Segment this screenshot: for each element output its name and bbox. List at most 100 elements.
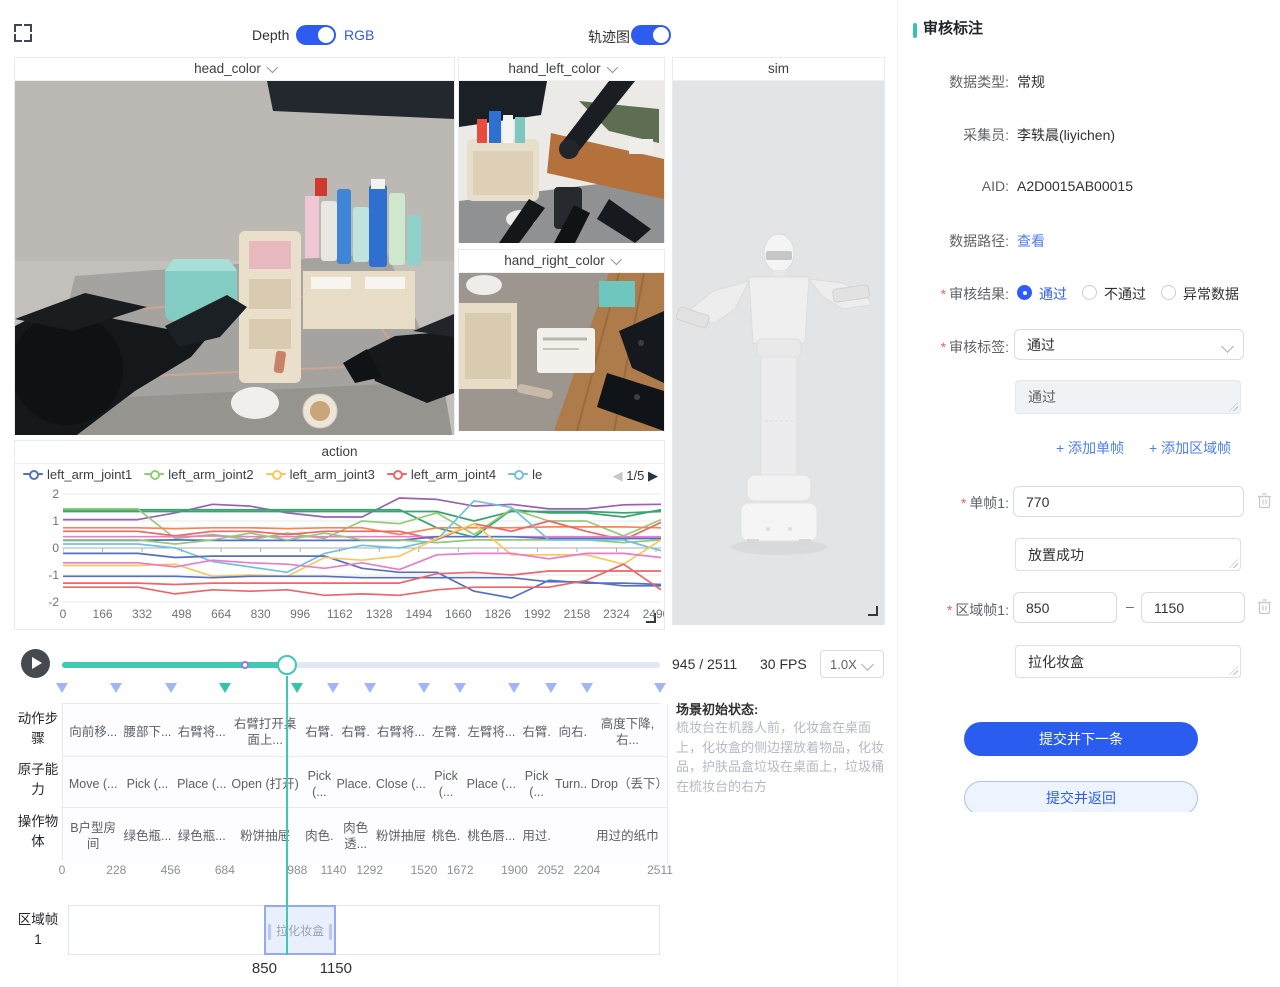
aid-value: A2D0015AB00015 bbox=[1017, 178, 1133, 194]
segment-left-handle[interactable] bbox=[268, 924, 271, 940]
segment-right-handle[interactable] bbox=[329, 924, 332, 940]
boundary-marker[interactable] bbox=[327, 683, 339, 693]
step-cell-action[interactable]: 高度下降, 右... bbox=[588, 704, 668, 760]
add-region-frame-link[interactable]: + 添加区域帧 bbox=[1149, 438, 1231, 458]
depth-rgb-toggle[interactable] bbox=[296, 25, 336, 45]
radio-fail[interactable] bbox=[1082, 285, 1097, 300]
hand-left-camera-panel: hand_left_color bbox=[458, 57, 665, 243]
single-frame-note[interactable]: 放置成功 bbox=[1015, 538, 1241, 571]
region-start-input[interactable]: 850 bbox=[1013, 592, 1117, 623]
legend-item-left_arm_joint1[interactable]: left_arm_joint1 bbox=[23, 467, 132, 482]
x-tick-label: 1162 bbox=[320, 607, 360, 621]
toggle-knob bbox=[318, 27, 334, 43]
add-single-frame-link[interactable]: + 添加单帧 bbox=[1056, 438, 1124, 458]
review-tag-note[interactable]: 通过 bbox=[1015, 380, 1241, 414]
step-cell-ability[interactable]: Move (... bbox=[63, 756, 124, 813]
resize-grip-icon[interactable] bbox=[1229, 666, 1238, 675]
legend-next-icon[interactable]: ▶ bbox=[648, 468, 658, 483]
step-cell-ability[interactable]: Pick (... bbox=[117, 756, 178, 813]
sim-robot-view[interactable] bbox=[673, 81, 884, 625]
delete-single-frame-icon[interactable] bbox=[1257, 492, 1272, 509]
submit-back-button[interactable]: 提交并返回 bbox=[964, 781, 1198, 812]
radio-abnormal[interactable] bbox=[1161, 285, 1176, 300]
resize-corner-icon[interactable] bbox=[868, 606, 878, 616]
fullscreen-icon[interactable] bbox=[14, 24, 32, 42]
head-camera-select[interactable]: head_color bbox=[15, 58, 454, 81]
resize-grip-icon[interactable] bbox=[1229, 559, 1238, 568]
step-cell-object[interactable]: 粉饼抽屉 bbox=[371, 807, 432, 864]
hand-right-camera-select[interactable]: hand_right_color bbox=[459, 250, 664, 273]
step-cell-action[interactable]: 右臂将... bbox=[172, 704, 233, 760]
step-cell-action[interactable]: 向前移... bbox=[63, 704, 124, 760]
step-cell-ability[interactable]: Open (打开) bbox=[226, 756, 305, 813]
step-cell-object[interactable]: 用过的纸巾 bbox=[588, 807, 668, 864]
frame-axis-number: 456 bbox=[149, 863, 193, 877]
required-asterisk: * bbox=[947, 602, 952, 618]
legend-item-left_arm_joint2[interactable]: left_arm_joint2 bbox=[144, 467, 253, 482]
boundary-marker[interactable] bbox=[364, 683, 376, 693]
step-cell-object[interactable]: 绿色瓶... bbox=[117, 807, 178, 864]
boundary-marker[interactable] bbox=[291, 683, 303, 693]
y-tick-label: 1 bbox=[33, 514, 59, 528]
step-cell-ability[interactable]: Place (... bbox=[172, 756, 233, 813]
region-frame-note[interactable]: 拉化妆盒 bbox=[1015, 645, 1241, 678]
boundary-marker[interactable] bbox=[581, 683, 593, 693]
hand-left-camera-title: hand_left_color bbox=[508, 61, 600, 76]
legend-marker-icon bbox=[23, 469, 43, 479]
review-result-label: *审核结果: bbox=[906, 284, 1009, 304]
single-frame-input[interactable]: 770 bbox=[1013, 486, 1244, 517]
region-end-input[interactable]: 1150 bbox=[1141, 592, 1245, 623]
resize-grip-icon[interactable] bbox=[1229, 402, 1238, 411]
data-path-view-link[interactable]: 查看 bbox=[1017, 231, 1045, 251]
trajectory-toggle[interactable] bbox=[631, 25, 671, 45]
head-camera-title: head_color bbox=[194, 61, 261, 76]
delete-region-frame-icon[interactable] bbox=[1257, 598, 1272, 615]
step-cell-action[interactable]: 右臂将... bbox=[371, 704, 432, 760]
radio-pass-label[interactable]: 通过 bbox=[1039, 284, 1067, 304]
legend-prev-icon[interactable]: ◀ bbox=[613, 468, 623, 483]
boundary-marker[interactable] bbox=[56, 683, 68, 693]
legend-item-left_arm_joint4[interactable]: left_arm_joint4 bbox=[387, 467, 496, 482]
step-cell-ability[interactable]: Drop（丢下） bbox=[588, 756, 668, 813]
region-segment[interactable]: 拉化妆盒 bbox=[264, 905, 335, 955]
step-cell-action[interactable]: 腰部下... bbox=[117, 704, 178, 760]
timeline-slider-handle[interactable] bbox=[277, 655, 297, 675]
step-cell-object[interactable]: B户型房间 bbox=[63, 807, 124, 864]
play-button[interactable] bbox=[21, 649, 50, 678]
radio-abnormal-label[interactable]: 异常数据 bbox=[1183, 284, 1239, 304]
step-cell-action[interactable]: 右臂打开桌面上... bbox=[226, 704, 305, 760]
step-cell-ability[interactable]: Close (... bbox=[371, 756, 432, 813]
line-purple bbox=[63, 498, 661, 520]
step-cell-ability[interactable]: Place (... bbox=[461, 756, 522, 813]
legend-item-le[interactable]: le bbox=[508, 467, 542, 482]
step-cell-object[interactable]: 粉饼抽屉 bbox=[226, 807, 305, 864]
legend-label: left_arm_joint2 bbox=[168, 467, 253, 482]
hand-left-camera-select[interactable]: hand_left_color bbox=[459, 58, 664, 81]
collector-value: 李轶晨(liyichen) bbox=[1017, 125, 1115, 145]
legend-marker-icon bbox=[387, 469, 407, 479]
speed-select[interactable]: 1.0X bbox=[820, 650, 884, 678]
boundary-marker[interactable] bbox=[165, 683, 177, 693]
radio-pass[interactable] bbox=[1017, 285, 1032, 300]
single-frame-label: *单帧1: bbox=[906, 493, 1009, 513]
step-cell-object[interactable]: 桃色唇... bbox=[461, 807, 522, 864]
boundary-marker[interactable] bbox=[545, 683, 557, 693]
radio-fail-label[interactable]: 不通过 bbox=[1104, 284, 1146, 304]
boundary-marker[interactable] bbox=[508, 683, 520, 693]
boundary-marker[interactable] bbox=[654, 683, 666, 693]
boundary-marker[interactable] bbox=[418, 683, 430, 693]
step-cell-action[interactable]: 左臂将... bbox=[461, 704, 522, 760]
boundary-marker[interactable] bbox=[454, 683, 466, 693]
review-tag-select[interactable]: 通过 bbox=[1014, 329, 1244, 360]
x-tick-label: 2324 bbox=[596, 607, 636, 621]
step-cell-object[interactable]: 绿色瓶... bbox=[172, 807, 233, 864]
boundary-marker[interactable] bbox=[219, 683, 231, 693]
region-end-frame: 1150 bbox=[314, 960, 358, 977]
legend-item-left_arm_joint3[interactable]: left_arm_joint3 bbox=[266, 467, 375, 482]
submit-next-button[interactable]: 提交并下一条 bbox=[964, 722, 1198, 756]
action-chart-panel: action left_arm_joint1left_arm_joint2lef… bbox=[14, 440, 665, 630]
boundary-marker[interactable] bbox=[110, 683, 122, 693]
legend-ring bbox=[514, 470, 524, 480]
x-tick-label: 498 bbox=[162, 607, 202, 621]
region-track[interactable] bbox=[68, 905, 660, 955]
